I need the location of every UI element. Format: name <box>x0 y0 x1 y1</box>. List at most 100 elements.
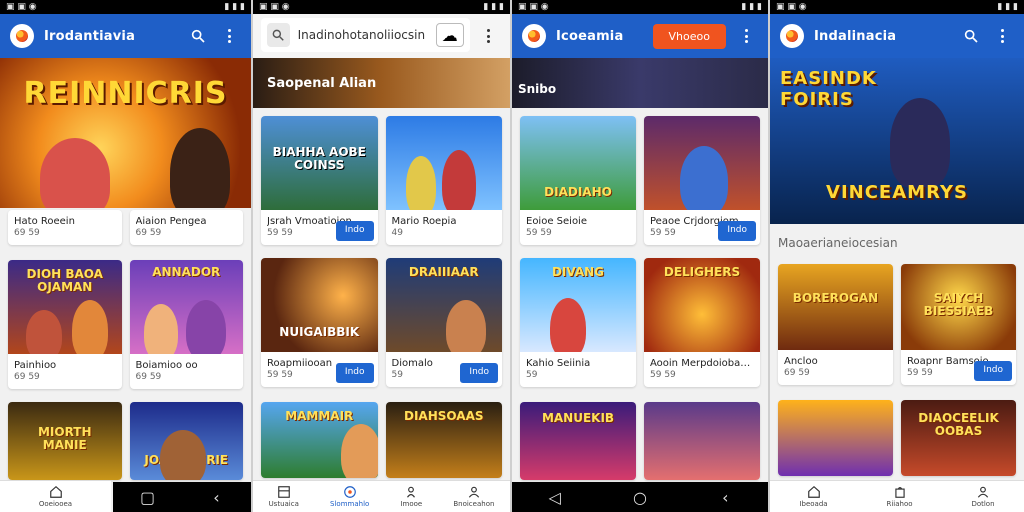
thumb-title: DRAIIIAAR <box>408 265 479 279</box>
game-thumbnail <box>778 400 893 476</box>
game-grid: Hato Roeein 69 59 Aiaion Pengea 69 59 <box>8 210 243 245</box>
game-thumbnail: MIORTH MANIE <box>8 402 122 480</box>
more-menu-icon[interactable] <box>736 25 758 47</box>
nav-item[interactable]: Imooe <box>400 485 422 508</box>
game-card[interactable]: Aiaion Pengea 69 59 <box>129 210 243 245</box>
app-logo-icon <box>780 24 804 48</box>
thumb-title: DELIGHERS <box>663 265 741 279</box>
game-card[interactable]: ANNADOR Boiamioo oo 69 59 <box>129 260 243 389</box>
back-icon[interactable]: ‹ <box>210 488 224 507</box>
more-menu-icon[interactable] <box>992 25 1014 47</box>
nav-item[interactable]: Dotlon <box>971 485 995 508</box>
section-banner: Saopenal Alian <box>253 58 510 108</box>
game-thumbnail: BOREROGAN <box>778 264 893 350</box>
game-thumbnail: DELIGHERS <box>644 258 760 352</box>
game-card[interactable]: Hato Roeein 69 59 <box>8 210 122 245</box>
nav-label: Ooeiooea <box>38 500 73 508</box>
install-button[interactable]: Indo <box>335 221 374 241</box>
game-card[interactable]: MIORTH MANIE <box>8 402 122 480</box>
status-bar: ▣ ▣ ◉ ▮ ▮ ▮ <box>0 0 251 14</box>
back-icon[interactable]: ‹ <box>718 488 732 507</box>
game-card[interactable]: Peaoe Crjdorgiom 59 59 Indo <box>644 116 760 245</box>
install-button[interactable]: Indo <box>460 363 498 383</box>
hero-banner[interactable]: REINNICRIS <box>0 58 251 208</box>
game-thumbnail: DIADIAHO <box>520 116 636 210</box>
game-meta: 59 59 <box>526 228 552 238</box>
game-grid: DIVANG Kahio Seiinia 59 DELIGHERS Aooin M… <box>520 258 760 387</box>
thumb-title: DIAHSOAAS <box>404 409 484 423</box>
nav-item[interactable]: Bnoiceahon <box>453 485 494 508</box>
game-name: Mario Roepia <box>391 216 457 227</box>
nav-item[interactable]: Slommahlo <box>330 485 369 508</box>
install-button[interactable]: Indo <box>335 363 374 383</box>
section-label: Snibo <box>518 82 557 96</box>
app-bar: Icoeamia Vhoeoo <box>512 14 768 58</box>
app-bar: Irodantiavia <box>0 14 251 58</box>
game-card[interactable]: DELIGHERS Aooin Merpdoiobaoden 59 59 <box>644 258 760 387</box>
search-icon <box>267 23 290 47</box>
game-card[interactable] <box>644 402 760 480</box>
thumb-title: BIAHHA AOBE COINSS <box>272 145 366 172</box>
game-card[interactable]: JOAT BISIRIE <box>129 402 243 480</box>
install-button[interactable]: Indo <box>974 361 1012 381</box>
more-menu-icon[interactable] <box>219 25 241 47</box>
phone-panel-1: ▣ ▣ ◉ ▮ ▮ ▮ Irodantiavia REINNICRIS Hato … <box>0 0 253 512</box>
nav-label: Dotlon <box>971 500 995 508</box>
recents-icon[interactable]: ▢ <box>140 488 155 507</box>
search-icon[interactable] <box>187 25 209 47</box>
search-input[interactable] <box>297 28 428 42</box>
game-grid: DIOH BAOA OJAMAN Painhioo 69 59 ANNADOR B… <box>8 260 243 389</box>
hero-character <box>40 138 110 208</box>
nav-item[interactable]: Ustuaica <box>269 485 299 508</box>
nav-label: Bnoiceahon <box>453 500 495 508</box>
game-thumbnail: DIAOCEELIK OOBAS <box>901 400 1016 476</box>
game-card[interactable]: DIADIAHO Eoioe Seioie 59 59 <box>520 116 636 245</box>
nav-label: Imooe <box>400 500 423 508</box>
game-meta: 59 <box>526 370 538 380</box>
game-card[interactable]: BOREROGAN Ancloo 69 59 <box>778 264 893 385</box>
game-thumbnail: DIAHSOAAS <box>385 402 502 478</box>
game-grid: MIORTH MANIE JOAT BISIRIE <box>8 402 243 480</box>
game-name: Ancloo <box>784 356 818 367</box>
hero-title: REINNICRIS <box>23 76 228 111</box>
game-card[interactable]: BIAHHA AOBE COINSS Jsrah Vmoatioion 59 59… <box>261 116 378 245</box>
game-card[interactable] <box>778 400 893 476</box>
nav-home[interactable]: Ooeiooea <box>39 485 72 508</box>
grid-icon <box>277 486 290 498</box>
back-triangle-icon[interactable]: ◁ <box>548 488 562 507</box>
game-thumbnail: ANNADOR <box>129 260 243 354</box>
game-card[interactable]: DIVANG Kahio Seiinia 59 <box>520 258 636 387</box>
game-card[interactable]: Mario Roepia 49 <box>385 116 502 245</box>
game-card[interactable]: SAIYCH BIESSIAEB Roapnr Bamsoio 59 59 Indo <box>901 264 1016 385</box>
system-navigation: ▢ ‹ <box>113 482 251 512</box>
game-card[interactable]: MAMMAIR <box>261 402 378 478</box>
game-meta: 69 59 <box>14 372 40 382</box>
game-card[interactable]: DRAIIIAAR Diomalo 59 Indo <box>385 258 502 387</box>
more-menu-icon[interactable] <box>478 25 500 47</box>
nav-item[interactable]: Ibeoada <box>799 485 828 508</box>
status-bar: ▣ ▣ ◉ ▮ ▮ ▮ <box>770 0 1024 14</box>
home-circle-icon[interactable]: ○ <box>633 488 647 507</box>
nav-item[interactable]: Riiahoo <box>886 485 913 508</box>
game-card[interactable]: DIAOCEELIK OOBAS <box>901 400 1016 476</box>
cloud-icon[interactable]: ☁ <box>435 23 464 47</box>
game-thumbnail: NUIGAIBBIK <box>261 258 378 352</box>
search-bar[interactable]: ☁ <box>261 18 470 52</box>
compass-icon <box>343 486 356 498</box>
hero-banner[interactable]: EASINDK FOIRIS VINCEAMRYS <box>770 58 1024 224</box>
search-icon[interactable] <box>960 25 982 47</box>
game-card[interactable]: NUIGAIBBIK Roapmiiooan 59 59 Indo <box>261 258 378 387</box>
app-logo-icon <box>10 24 34 48</box>
game-card[interactable]: DIAHSOAAS <box>385 402 502 478</box>
system-navigation: ◁ ○ ‹ <box>512 482 768 512</box>
game-name: Hato Roeein <box>14 216 75 227</box>
game-thumbnail: MANUEKIB <box>520 402 636 480</box>
game-name: Aooin Merpdoiobaoden <box>650 358 754 369</box>
action-button[interactable]: Vhoeoo <box>652 23 726 49</box>
hero-subtitle: VINCEAMRYS <box>826 182 968 203</box>
game-card[interactable]: DIOH BAOA OJAMAN Painhioo 69 59 <box>8 260 122 389</box>
nav-label: Ibeoada <box>799 500 828 508</box>
game-card[interactable]: MANUEKIB <box>520 402 636 480</box>
install-button[interactable]: Indo <box>718 221 756 241</box>
thumb-title: BOREROGAN <box>792 291 879 305</box>
